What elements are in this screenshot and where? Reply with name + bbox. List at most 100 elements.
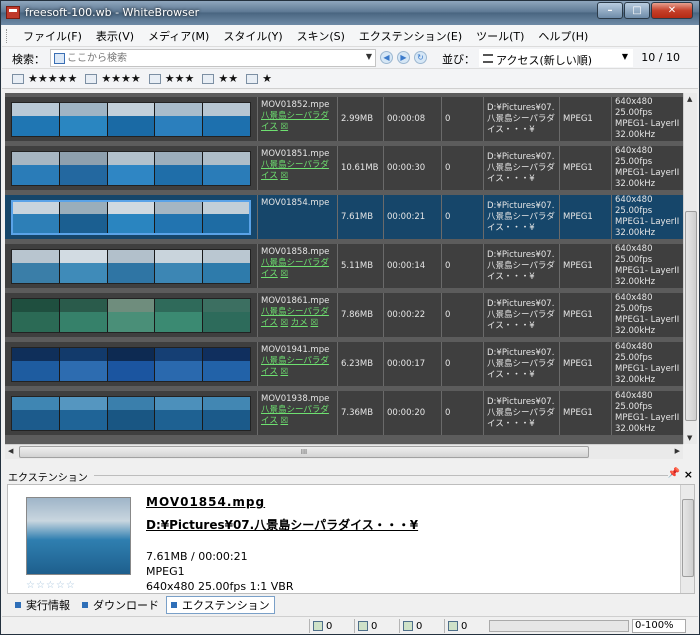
path-cell: D:¥Pictures¥07.八景島シーパラダイス・・・¥ bbox=[483, 195, 559, 239]
media-row[interactable]: MOV01854.mpe 7.61MB 00:00:21 0 D:¥Pictures¥0… bbox=[5, 195, 683, 239]
size-value: 2.99MB bbox=[341, 113, 374, 124]
filename[interactable]: MOV01854.mpe bbox=[261, 198, 334, 209]
tag-link[interactable]: 八景島シーパラダイス bbox=[261, 258, 329, 279]
pin-icon[interactable]: 📌 bbox=[668, 468, 680, 479]
tag-link[interactable]: ☒ bbox=[280, 269, 288, 279]
minimize-button[interactable]: – bbox=[597, 2, 623, 19]
tag-link[interactable]: 八景島シーパラダイス bbox=[261, 356, 329, 377]
search-input[interactable] bbox=[67, 51, 357, 65]
rating-icon bbox=[148, 73, 161, 84]
close-button[interactable]: ✕ bbox=[651, 2, 693, 19]
scroll-thumb[interactable]: III bbox=[19, 446, 589, 458]
media-row[interactable]: MOV01858.mpe 八景島シーパラダイス ☒ 5.11MB 00:00:14 0… bbox=[5, 244, 683, 288]
scroll-thumb[interactable] bbox=[682, 499, 694, 577]
title-bar[interactable]: freesoft-100.wb - WhiteBrowser – □ ✕ bbox=[1, 1, 699, 25]
thumbnail-strip[interactable] bbox=[11, 249, 251, 284]
thumbnail-frame bbox=[155, 152, 204, 185]
refresh-button[interactable]: ↻ bbox=[414, 51, 427, 64]
maximize-button[interactable]: □ bbox=[624, 2, 650, 19]
thumbnail-strip[interactable] bbox=[11, 396, 251, 431]
tag-link[interactable]: 八景島シーパラダイス bbox=[261, 160, 329, 181]
search-box[interactable]: ▼ bbox=[50, 49, 376, 67]
filename[interactable]: MOV01938.mpe bbox=[261, 394, 334, 405]
thumbnail-frame bbox=[155, 348, 204, 381]
back-button[interactable]: ◀ bbox=[380, 51, 393, 64]
status-download: 0 bbox=[399, 619, 444, 633]
rating-icon bbox=[12, 73, 24, 84]
tab-execution-info[interactable]: 実行情報 bbox=[10, 596, 75, 614]
preview-filename[interactable]: MOV01854.mpg bbox=[146, 495, 265, 509]
thumbnail-strip[interactable] bbox=[11, 200, 251, 235]
menu-file[interactable]: ファイル(F) bbox=[16, 28, 89, 44]
media-row[interactable]: MOV01851.mpe 八景島シーパラダイス ☒ 10.61MB 00:00:30… bbox=[5, 146, 683, 190]
preview-path[interactable]: D:¥Pictures¥07.八景島シーパラダイス・・・¥ bbox=[146, 516, 418, 533]
codec-cell: MPEG1 bbox=[559, 195, 611, 239]
rating-filter-4[interactable]: ★★★★ bbox=[85, 72, 141, 85]
tag-link[interactable]: ☒ bbox=[280, 416, 288, 426]
preview-rating[interactable]: ☆☆☆☆☆ bbox=[26, 580, 76, 591]
thumbnail-strip[interactable] bbox=[11, 347, 251, 382]
tab-extension[interactable]: エクステンション bbox=[166, 596, 275, 614]
size-cell: 5.11MB bbox=[337, 244, 383, 288]
filename[interactable]: MOV01851.mpe bbox=[261, 149, 334, 160]
tag-link[interactable]: 八景島シーパラダイス bbox=[261, 111, 329, 132]
scroll-left-icon[interactable]: ◀ bbox=[8, 447, 13, 455]
scroll-right-icon[interactable]: ▶ bbox=[675, 447, 680, 455]
duration-value: 00:00:08 bbox=[387, 113, 426, 124]
tag-link[interactable]: カメ bbox=[291, 318, 308, 328]
tag-link[interactable]: ☒ bbox=[280, 122, 288, 132]
rating-filter-3[interactable]: ★★★ bbox=[148, 72, 194, 85]
tag-link[interactable]: ☒ bbox=[280, 318, 288, 328]
thumbnail-strip[interactable] bbox=[11, 298, 251, 333]
filename[interactable]: MOV01858.mpe bbox=[261, 247, 334, 258]
grid-vertical-scrollbar[interactable]: ▲ ▼ bbox=[683, 93, 697, 444]
tag-link[interactable]: ☒ bbox=[280, 171, 288, 181]
media-row[interactable]: MOV01938.mpe 八景島シーパラダイス ☒ 7.36MB 00:00:20 0… bbox=[5, 391, 683, 435]
tag-link[interactable]: ☒ bbox=[311, 318, 319, 328]
scroll-up-icon[interactable]: ▲ bbox=[687, 95, 692, 103]
tag-link[interactable]: 八景島シーパラダイス bbox=[261, 405, 329, 426]
thumbnail-frame bbox=[59, 348, 108, 381]
thumbnail-strip[interactable] bbox=[11, 151, 251, 186]
sort-select[interactable]: アクセス(新しい順) ▼ bbox=[479, 49, 633, 67]
codec-value: MPEG1 bbox=[563, 211, 593, 222]
rating-filter-2[interactable]: ★★ bbox=[202, 72, 238, 85]
menu-bar: ファイル(F) 表示(V) メディア(M) スタイル(Y) スキン(S) エクス… bbox=[2, 25, 698, 47]
filename[interactable]: MOV01861.mpe bbox=[261, 296, 334, 307]
tab-download[interactable]: ダウンロード bbox=[77, 596, 164, 614]
duration-value: 00:00:17 bbox=[387, 358, 426, 369]
menu-tools[interactable]: ツール(T) bbox=[469, 28, 531, 44]
preview-thumbnail[interactable] bbox=[26, 497, 131, 575]
thumbnail-frame bbox=[59, 152, 108, 185]
tag-link[interactable]: ☒ bbox=[280, 367, 288, 377]
sort-dropdown-icon[interactable]: ▼ bbox=[622, 52, 628, 61]
menu-help[interactable]: ヘルプ(H) bbox=[531, 28, 595, 44]
thumbnail-frame bbox=[12, 299, 60, 332]
rating-stars: ★ bbox=[262, 72, 272, 85]
menu-style[interactable]: スタイル(Y) bbox=[216, 28, 289, 44]
rating-filter-1[interactable]: ★ bbox=[246, 72, 272, 85]
close-icon[interactable]: × bbox=[684, 468, 693, 481]
tab-icon bbox=[15, 602, 21, 608]
thumbnail-strip[interactable] bbox=[11, 102, 251, 137]
media-row[interactable]: MOV01861.mpe 八景島シーパラダイス ☒ カメ ☒ 7.86MB 00:0… bbox=[5, 293, 683, 337]
forward-button[interactable]: ▶ bbox=[397, 51, 410, 64]
scroll-thumb[interactable] bbox=[685, 211, 697, 421]
menu-skin[interactable]: スキン(S) bbox=[290, 28, 352, 44]
filename[interactable]: MOV01852.mpe bbox=[261, 100, 334, 111]
rating-filter-5[interactable]: ★★★★★ bbox=[12, 72, 77, 85]
menu-view[interactable]: 表示(V) bbox=[89, 28, 141, 44]
search-dropdown-icon[interactable]: ▼ bbox=[366, 52, 372, 61]
filename[interactable]: MOV01941.mpe bbox=[261, 345, 334, 356]
menu-media[interactable]: メディア(M) bbox=[141, 28, 216, 44]
media-row[interactable]: MOV01852.mpe 八景島シーパラダイス ☒ 2.99MB 00:00:08 0… bbox=[5, 97, 683, 141]
codec-value: MPEG1 bbox=[563, 309, 593, 320]
menu-extension[interactable]: エクステンション(E) bbox=[352, 28, 469, 44]
scroll-down-icon[interactable]: ▼ bbox=[687, 434, 692, 442]
info-value: 640x480 25.00fps MPEG1- LayerII 32.00kHz bbox=[615, 244, 680, 287]
grid-horizontal-scrollbar[interactable]: ◀ III ▶ bbox=[5, 444, 683, 459]
path-value: D:¥Pictures¥07.八景島シーパラダイス・・・¥ bbox=[487, 249, 555, 282]
media-row[interactable]: MOV01941.mpe 八景島シーパラダイス ☒ 6.23MB 00:00:17 0… bbox=[5, 342, 683, 386]
codec-cell: MPEG1 bbox=[559, 342, 611, 386]
extension-scrollbar[interactable] bbox=[680, 485, 694, 593]
